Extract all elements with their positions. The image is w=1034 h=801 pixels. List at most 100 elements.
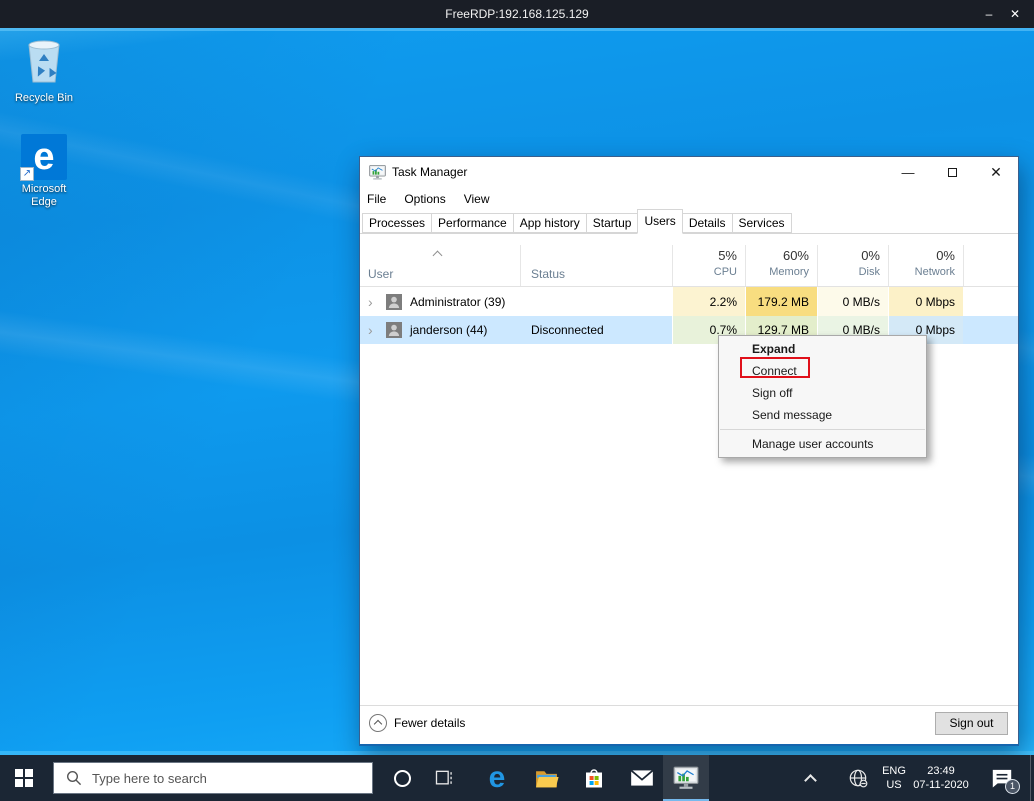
edge-label-line2: Edge (31, 196, 57, 208)
memory-value: 179.2 MB (745, 287, 817, 316)
context-menu-connect[interactable]: Connect (719, 360, 926, 382)
taskbar-mail-button[interactable] (620, 755, 664, 801)
cpu-total-pct: 5% (718, 248, 737, 263)
task-manager-close-button[interactable]: ✕ (974, 157, 1018, 187)
collapse-chevron-icon (369, 714, 387, 732)
network-label: Network (914, 266, 955, 278)
sign-out-button[interactable]: Sign out (935, 712, 1008, 735)
users-table-header: User Status 5% CPU 60% Memory 0% Disk 0%… (360, 245, 1018, 287)
column-header-status[interactable]: Status (531, 267, 565, 281)
tab-services[interactable]: Services (731, 213, 792, 233)
taskbar-file-explorer-button[interactable] (524, 755, 568, 801)
taskbar-store-button[interactable] (572, 755, 616, 801)
clock-date: 07-11-2020 (913, 779, 969, 791)
memory-label: Memory (769, 266, 809, 278)
desktop-icon-recycle-bin[interactable]: Recycle Bin (5, 34, 83, 105)
task-manager-titlebar: Task Manager — ✕ (360, 157, 1018, 187)
tab-users[interactable]: Users (637, 209, 683, 234)
maximize-icon (947, 167, 957, 177)
freerdp-window-controls: – ✕ (976, 0, 1028, 28)
recycle-bin-icon (28, 40, 60, 83)
edge-label-line1: Microsoft (21, 183, 67, 195)
expand-chevron-icon[interactable]: › (368, 287, 373, 316)
disk-label: Disk (858, 266, 880, 278)
menu-options[interactable]: Options (404, 192, 454, 206)
user-row-administrator[interactable]: › Administrator (39) 2.2% 179.2 MB 0 MB/… (360, 287, 1018, 316)
cpu-value: 2.2% (672, 287, 745, 316)
task-manager-maximize-button[interactable] (930, 157, 974, 187)
menu-file[interactable]: File (367, 192, 395, 206)
clock-time: 23:49 (927, 765, 955, 777)
task-view-icon (435, 770, 452, 785)
shortcut-arrow-icon: ↗ (20, 167, 34, 181)
user-name: janderson (44) (410, 323, 488, 337)
column-header-user[interactable]: User (368, 267, 393, 281)
file-explorer-icon (535, 770, 559, 787)
task-manager-icon (673, 766, 699, 789)
edge-icon: e (488, 761, 506, 794)
tray-show-hidden-icons-button[interactable] (790, 755, 830, 801)
context-menu-expand[interactable]: Expand (719, 338, 926, 360)
microsoft-store-icon (586, 769, 602, 788)
windows-logo-icon (15, 769, 33, 787)
tab-startup[interactable]: Startup (585, 213, 639, 233)
taskbar-edge-button[interactable]: e (475, 755, 519, 801)
taskbar-task-manager-button[interactable] (663, 755, 709, 801)
footer-separator (360, 705, 1018, 706)
column-header-cpu[interactable]: 5% CPU (672, 245, 745, 287)
tray-clock[interactable]: 23:49 07-11-2020 (902, 755, 980, 801)
task-view-button[interactable] (422, 755, 466, 801)
task-manager-app-icon (369, 165, 386, 180)
cortana-icon (393, 769, 411, 787)
desktop: Recycle Bin e ↗ Microsoft Edge Task Mana… (0, 28, 1034, 755)
task-manager-window-controls: — ✕ (886, 157, 1018, 187)
column-header-disk[interactable]: 0% Disk (817, 245, 888, 287)
column-header-network[interactable]: 0% Network (888, 245, 963, 287)
disk-total-pct: 0% (861, 248, 880, 263)
taskbar: e (0, 755, 1034, 801)
memory-total-pct: 60% (782, 248, 809, 263)
freerdp-window: FreeRDP:192.168.125.129 – ✕ Recycle Bin (0, 0, 1034, 801)
task-manager-menubar: File Options View (360, 187, 1018, 211)
context-menu-separator (720, 429, 925, 430)
task-manager-tabbar: Processes Performance App history Startu… (360, 209, 1018, 234)
tab-app-history[interactable]: App history (512, 213, 587, 233)
taskbar-search-box[interactable] (53, 762, 373, 794)
user-status: Disconnected (531, 323, 604, 337)
fewer-details-label: Fewer details (394, 716, 466, 730)
user-avatar-icon (386, 293, 402, 310)
user-avatar-icon (386, 322, 402, 338)
edge-label: Microsoft Edge (5, 183, 83, 209)
context-menu-send-message[interactable]: Send message (719, 404, 926, 426)
globe-network-icon (849, 769, 868, 788)
context-menu-sign-off[interactable]: Sign off (719, 382, 926, 404)
network-value: 0 Mbps (888, 287, 963, 316)
tray-network-button[interactable] (840, 755, 876, 801)
edge-letter-icon: e (33, 136, 55, 178)
tab-processes[interactable]: Processes (362, 213, 433, 233)
action-center-button[interactable]: 1 (980, 755, 1024, 801)
notification-count-badge: 1 (1005, 779, 1020, 794)
freerdp-titlebar: FreeRDP:192.168.125.129 – ✕ (0, 0, 1034, 28)
tab-details[interactable]: Details (681, 213, 733, 233)
fewer-details-toggle[interactable]: Fewer details (369, 714, 465, 732)
expand-chevron-icon[interactable]: › (368, 316, 373, 344)
freerdp-close-button[interactable]: ✕ (1002, 7, 1028, 21)
search-input[interactable] (92, 770, 372, 786)
task-manager-title: Task Manager (392, 165, 468, 179)
chevron-up-icon (803, 773, 817, 787)
freerdp-minimize-button[interactable]: – (976, 7, 1002, 21)
menu-view[interactable]: View (464, 192, 499, 206)
show-desktop-divider (1030, 755, 1031, 801)
task-manager-minimize-button[interactable]: — (886, 157, 930, 187)
freerdp-title: FreeRDP:192.168.125.129 (445, 7, 589, 21)
desktop-icon-microsoft-edge[interactable]: e ↗ Microsoft Edge (5, 134, 83, 209)
column-header-memory[interactable]: 60% Memory (745, 245, 817, 287)
recycle-bin-label: Recycle Bin (14, 92, 74, 104)
network-total-pct: 0% (936, 248, 955, 263)
start-button[interactable] (0, 755, 48, 801)
tab-performance[interactable]: Performance (431, 213, 514, 233)
context-menu-manage-user-accounts[interactable]: Manage user accounts (719, 433, 926, 455)
cortana-button[interactable] (380, 755, 424, 801)
user-name: Administrator (39) (410, 294, 506, 309)
